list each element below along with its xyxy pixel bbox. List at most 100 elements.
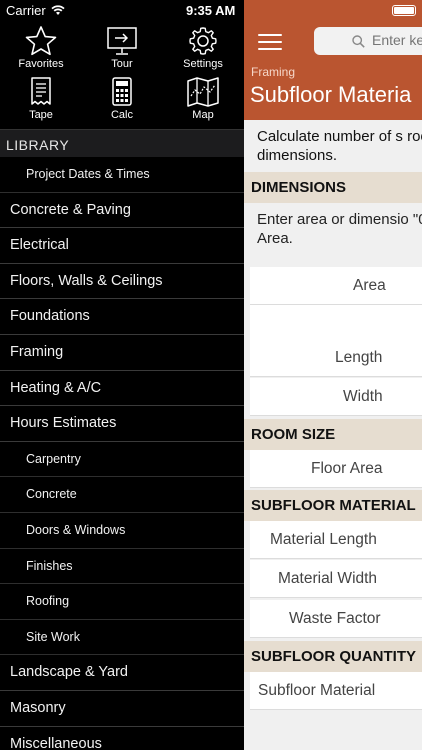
blank-row — [250, 305, 422, 343]
receipt-tape-icon — [31, 77, 51, 105]
library-item-floors-walls-ceilings[interactable]: Floors, Walls & Ceilings — [0, 264, 244, 300]
library-item-label: Carpentry — [26, 451, 81, 466]
search-input[interactable] — [372, 32, 422, 48]
library-item-label: Roofing — [26, 594, 70, 609]
material-length-label: Material Length — [270, 531, 377, 548]
sidebar: Carrier 9:35 AM Favorites Tour Settings … — [0, 0, 244, 750]
page-title: Subfloor Materia — [250, 82, 412, 107]
search-box[interactable] — [314, 27, 422, 55]
carrier-status: Carrier — [6, 3, 65, 18]
library-item-hours-estimates[interactable]: Hours Estimates — [0, 406, 244, 442]
dimensions-note: Enter area or dimensio "0" in Area. — [244, 203, 422, 265]
library-header-label: LIBRARY — [6, 137, 70, 153]
tape-button[interactable]: Tape — [6, 76, 76, 121]
library-item-roofing[interactable]: Roofing — [0, 584, 244, 620]
library-item-label: Concrete & Paving — [10, 201, 131, 218]
library-item-masonry[interactable]: Masonry — [0, 691, 244, 727]
search-icon — [352, 35, 365, 48]
gear-icon — [189, 27, 217, 55]
battery-icon — [392, 5, 416, 16]
waste-factor-field[interactable]: Waste Factor — [250, 600, 422, 638]
library-item-label: Floors, Walls & Ceilings — [10, 272, 163, 289]
library-item-label: Hours Estimates — [10, 415, 117, 432]
library-menu: Project Dates & Times Concrete & Paving El… — [0, 157, 244, 750]
library-item-concrete-paving[interactable]: Concrete & Paving — [0, 193, 244, 229]
library-item-miscellaneous[interactable]: Miscellaneous — [0, 727, 244, 750]
nav-bar — [244, 0, 422, 62]
material-length-field[interactable]: Material Length — [250, 521, 422, 559]
floor-area-field[interactable]: Floor Area — [250, 450, 422, 488]
favorites-button[interactable]: Favorites — [6, 25, 76, 70]
width-field[interactable]: Width — [250, 378, 422, 416]
width-label: Width — [343, 388, 383, 405]
library-item-label: Electrical — [10, 237, 69, 254]
library-item-finishes[interactable]: Finishes — [0, 549, 244, 585]
map-icon — [187, 77, 219, 107]
section-dimensions: DIMENSIONS — [244, 172, 422, 203]
library-item-carpentry[interactable]: Carpentry — [0, 442, 244, 478]
library-item-label: Framing — [10, 343, 64, 360]
library-item-foundations[interactable]: Foundations — [0, 299, 244, 335]
library-item-label: Concrete — [26, 487, 77, 502]
wifi-icon — [51, 5, 65, 15]
waste-factor-label: Waste Factor — [289, 610, 381, 627]
section-room-size-label: ROOM SIZE — [251, 426, 336, 443]
section-subfloor-material: SUBFLOOR MATERIAL — [244, 490, 422, 521]
library-item-site-work[interactable]: Site Work — [0, 620, 244, 656]
section-subfloor-quantity-label: SUBFLOOR QUANTITY — [251, 648, 416, 665]
menu-hamburger-icon[interactable] — [258, 34, 282, 50]
library-item-label: Finishes — [26, 558, 73, 573]
section-dimensions-label: DIMENSIONS — [251, 179, 347, 196]
carrier-label: Carrier — [6, 3, 46, 18]
length-field[interactable]: Length — [250, 339, 422, 377]
title-bar: Framing Subfloor Materia — [244, 62, 422, 120]
library-item-framing[interactable]: Framing — [0, 335, 244, 371]
map-button[interactable]: Map — [168, 76, 238, 121]
tour-icon — [107, 27, 137, 55]
calc-button[interactable]: Calc — [87, 76, 157, 121]
dimensions-note-text: Enter area or dimensio "0" in Area. — [257, 211, 422, 247]
area-label: Area — [353, 277, 386, 294]
library-item-project-dates-times[interactable]: Project Dates & Times — [0, 157, 244, 193]
subfloor-material-field[interactable]: Subfloor Material — [250, 672, 422, 710]
length-label: Length — [335, 349, 383, 366]
tour-label: Tour — [111, 58, 133, 70]
description-text: Calculate number of s room dimensions. — [257, 128, 422, 164]
floor-area-label: Floor Area — [311, 460, 383, 477]
material-width-field[interactable]: Material Width — [250, 560, 422, 598]
library-item-label: Heating & A/C — [10, 379, 102, 396]
map-label: Map — [192, 109, 214, 121]
library-item-heating-a-c[interactable]: Heating & A/C — [0, 371, 244, 407]
library-item-concrete[interactable]: Concrete — [0, 477, 244, 513]
library-item-label: Foundations — [10, 308, 90, 325]
library-item-electrical[interactable]: Electrical — [0, 228, 244, 264]
section-subfloor-material-label: SUBFLOOR MATERIAL — [251, 497, 416, 514]
library-item-doors-windows[interactable]: Doors & Windows — [0, 513, 244, 549]
library-item-label: Doors & Windows — [26, 522, 126, 537]
library-item-label: Masonry — [10, 699, 66, 716]
section-room-size: ROOM SIZE — [244, 419, 422, 450]
library-item-label: Landscape & Yard — [10, 664, 128, 681]
library-item-label: Project Dates & Times — [26, 167, 150, 181]
section-subfloor-quantity: SUBFLOOR QUANTITY — [244, 641, 422, 672]
library-item-landscape-yard[interactable]: Landscape & Yard — [0, 655, 244, 691]
description: Calculate number of s room dimensions. — [244, 120, 422, 172]
settings-button[interactable]: Settings — [168, 25, 238, 70]
settings-label: Settings — [183, 58, 223, 70]
breadcrumb[interactable]: Framing — [251, 65, 295, 79]
library-item-label: Site Work — [26, 629, 80, 644]
library-header: LIBRARY — [0, 129, 244, 157]
calculator-icon — [112, 77, 132, 106]
star-icon — [25, 26, 57, 56]
calc-label: Calc — [110, 109, 133, 121]
app-root: Carrier 9:35 AM Favorites Tour Settings … — [0, 0, 422, 750]
tour-button[interactable]: Tour — [87, 25, 157, 70]
subfloor-material-label: Subfloor Material — [258, 682, 376, 699]
area-field[interactable]: Area — [250, 267, 422, 305]
tape-label: Tape — [29, 109, 53, 121]
status-time: 9:35 AM — [186, 3, 236, 18]
main-panel: Framing Subfloor Materia Calculate numbe… — [244, 0, 422, 750]
favorites-label: Favorites — [18, 58, 64, 70]
library-item-label: Miscellaneous — [10, 735, 102, 750]
toolbar-grid: Favorites Tour Settings Tape Calc Map — [0, 22, 244, 126]
